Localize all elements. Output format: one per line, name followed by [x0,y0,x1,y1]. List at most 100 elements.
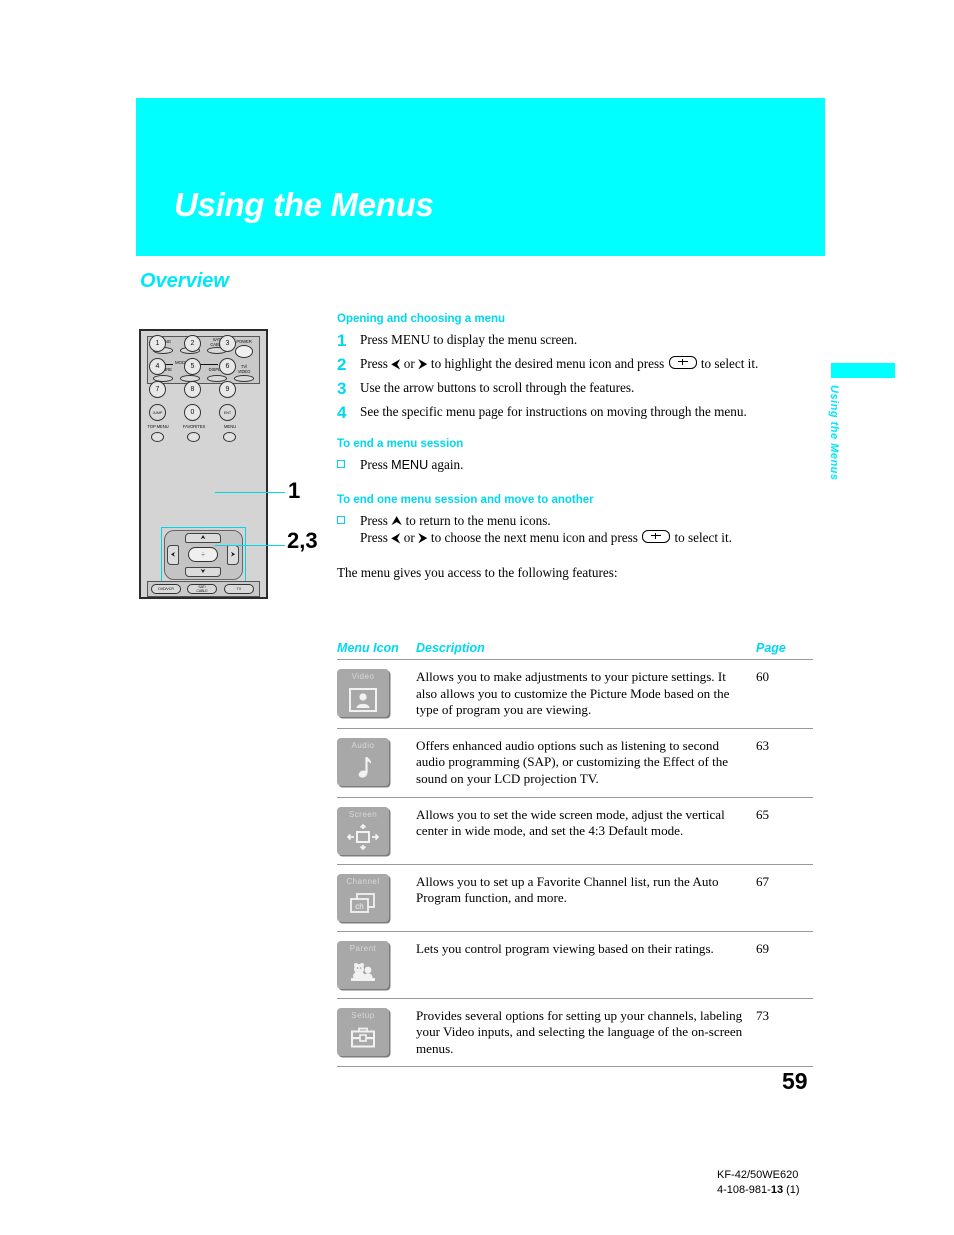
remote-device-row: DVD/VCR SAT/ CABLE TV [147,581,260,597]
menu-icon-video[interactable]: Video [337,669,389,717]
remote-device-dvd-vcr[interactable]: DVD/VCR [151,584,181,594]
column-header-description: Description [416,641,756,660]
remote-key-1[interactable]: 1 [149,335,166,352]
cell-page: 69 [756,931,813,999]
callout-number-2-3: 2,3 [287,528,318,553]
step-row: 1 Press MENU to display the menu screen. [337,331,815,350]
cell-description: Allows you to set up a Favorite Channel … [416,864,756,932]
side-tab-label: Using the Menus [828,385,840,481]
bullet-line-1: Press ⮝ to return to the menu icons. [360,512,551,528]
section-heading: Overview [140,270,229,292]
cell-menu-icon: Parent [337,931,416,999]
cell-description: Allows you to set the wide screen mode, … [416,797,756,865]
remote-key-0[interactable]: 0 [184,404,201,421]
table-row: Channel ch Allows you to set up a Favori… [337,864,813,932]
menu-icon-setup[interactable]: Setup [337,1007,389,1056]
column-header-page: Page [756,641,813,660]
bullet-row: Press MENU again. [337,456,815,475]
menu-icon-parent[interactable]: Parent [337,940,389,989]
step-text: Press ⮜ or ⮞ to highlight the desired me… [360,355,815,372]
remote-button-power[interactable] [235,345,253,358]
table-row: Video Allows you to make adjustments to … [337,659,813,729]
person-silhouette-icon [337,684,389,715]
chapter-title: Using the Menus [174,186,434,223]
cell-description: Lets you control program viewing based o… [416,931,756,999]
cell-page: 65 [756,797,813,865]
cell-menu-icon: Video [337,659,416,729]
page-number: 59 [782,1068,808,1094]
callout-number-1: 1 [288,478,301,503]
cell-menu-icon: Channel ch [337,864,416,932]
menu-icon-screen[interactable]: Screen [337,806,389,855]
cell-page: 63 [756,728,813,798]
remote-key-5[interactable]: 5 [184,358,201,375]
step-number: 2 [337,355,347,374]
step-number: 4 [337,403,347,422]
step-text: See the specific menu page for instructi… [360,404,747,419]
table-row: Audio Offers enhanced audio options such… [337,728,813,798]
remote-key-6[interactable]: 6 [219,358,236,375]
remote-device-tv[interactable]: TV [224,584,254,594]
table-row: Setup Provides several options for setti… [337,998,813,1068]
column-header-menu-icon: Menu Icon [337,641,416,660]
remote-key-8[interactable]: 8 [184,381,201,398]
step-text: Use the arrow buttons to scroll through … [360,380,635,395]
svg-text:ch: ch [355,902,363,911]
remote-label-favorites: FAVORITES [182,424,206,429]
remote-device-sat-cable[interactable]: SAT/ CABLE [187,584,217,594]
bullet-text: Press ⮝ to return to the menu icons. Pre… [360,512,815,547]
step-number: 1 [337,331,347,350]
step-text: Press MENU to display the menu screen. [360,332,578,347]
callout-leader-line-2 [215,545,285,546]
parental-bear-icon [337,956,389,987]
remote-key-9[interactable]: 9 [219,381,236,398]
footer-document-info: KF-42/50WE620 4-108-981-13 (1) [717,1168,800,1198]
remote-key-2[interactable]: 2 [184,335,201,352]
bullet-row: Press ⮝ to return to the menu icons. Pre… [337,512,815,547]
step-number: 3 [337,379,347,398]
cell-description: Provides several options for setting up … [416,998,756,1068]
remote-key-7[interactable]: 7 [149,381,166,398]
toolbox-icon [337,1023,389,1054]
cell-description: Offers enhanced audio options such as li… [416,728,756,798]
menu-icon-label: Audio [351,740,375,750]
remote-key-ent[interactable]: ENT [219,404,236,421]
checkbox-bullet-icon [337,456,360,474]
checkbox-bullet-icon [337,512,360,530]
cell-page: 60 [756,659,813,729]
bullet-line-2: Press ⮜ or ⮞ to choose the next menu ico… [360,529,815,547]
table-intro-line: The menu gives you access to the followi… [337,564,618,580]
menu-icon-table: Menu Icon Description Page Video Allows … [337,641,813,1068]
table-row: Screen Allows you to set the wide screen… [337,797,813,865]
menu-icon-label: Channel [346,876,380,886]
table-row: Parent Lets you control program viewing … [337,931,813,999]
footer-doc-prefix: 4-108-981- [717,1184,771,1196]
remote-key-jump[interactable]: JUMP [149,404,166,421]
callout-leader-line-1 [215,492,285,493]
cell-page: 73 [756,998,813,1068]
side-tab-bar [831,363,895,378]
menu-icon-label: Screen [348,809,378,819]
step-row: 2 Press ⮜ or ⮞ to highlight the desired … [337,355,815,374]
menu-icon-channel[interactable]: Channel ch [337,873,389,922]
remote-key-3[interactable]: 3 [219,335,236,352]
step-row: 3 Use the arrow buttons to scroll throug… [337,379,815,398]
menu-icon-label: Parent [349,943,377,953]
heading-end-menu-session: To end a menu session [337,438,464,450]
remote-button-top-menu[interactable] [151,432,164,442]
bullet-line-2-before-glyph: Press ⮜ or ⮞ to choose the next menu ico… [360,530,638,545]
footer-doc-number: 4-108-981-13 (1) [717,1183,800,1198]
step-text-before-glyph: Press ⮜ or ⮞ to highlight the desired me… [360,356,665,371]
menu-icon-audio[interactable]: Audio [337,737,389,786]
remote-button-menu[interactable] [223,432,236,442]
bullet-post: again. [428,457,464,472]
remote-button-tv-video[interactable] [234,375,254,382]
cell-menu-icon: Audio [337,728,416,798]
select-button-glyph [642,530,671,543]
remote-button-favorites[interactable] [187,432,200,442]
remote-control-illustration: MUTING DVD/ VCR SAT/ CABLE POWER MODE PI… [139,329,268,599]
cell-menu-icon: Screen [337,797,416,865]
cell-menu-icon: Setup [337,998,416,1068]
remote-dpad-highlight-frame [161,527,246,583]
remote-key-4[interactable]: 4 [149,358,166,375]
